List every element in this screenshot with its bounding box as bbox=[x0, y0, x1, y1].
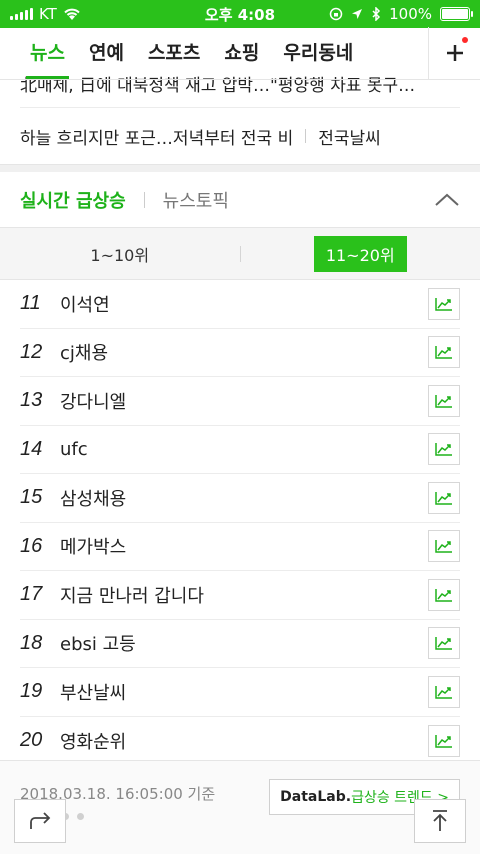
list-item[interactable]: 20 영화순위 bbox=[20, 717, 460, 766]
list-item[interactable]: 12 cj채용 bbox=[20, 329, 460, 377]
rank-number: 15 bbox=[20, 486, 43, 509]
rank-number: 16 bbox=[20, 534, 43, 557]
rank-number: 19 bbox=[20, 680, 43, 703]
chevron-up-icon[interactable] bbox=[434, 193, 460, 207]
rank-number: 14 bbox=[20, 437, 43, 460]
trend-chart-button[interactable] bbox=[428, 481, 460, 514]
arrow-up-icon bbox=[433, 810, 447, 831]
scroll-top-button[interactable] bbox=[414, 799, 466, 843]
realtime-header: 실시간 급상승 뉴스토픽 bbox=[0, 172, 480, 228]
keyword[interactable]: ufc bbox=[60, 439, 428, 460]
trend-chart-icon bbox=[435, 637, 452, 650]
rank-range-selector: 1~10위 11~20위 bbox=[0, 228, 480, 280]
plus-icon bbox=[446, 45, 463, 61]
status-time: 오후 4:08 bbox=[204, 5, 276, 24]
share-arrow-icon bbox=[30, 812, 51, 829]
rank-number: 11 bbox=[20, 292, 41, 315]
list-item[interactable]: 16 메가박스 bbox=[20, 523, 460, 571]
trend-chart-button[interactable] bbox=[428, 433, 460, 466]
trend-chart-button[interactable] bbox=[428, 724, 460, 757]
bluetooth-icon bbox=[372, 7, 381, 21]
tab-news[interactable]: 뉴스 bbox=[18, 38, 77, 79]
weather-headline[interactable]: 하늘 흐리지만 포근…저녁부터 전국 비 bbox=[20, 124, 293, 149]
wifi-icon bbox=[64, 8, 80, 20]
keyword[interactable]: cj채용 bbox=[60, 339, 428, 365]
trend-chart-button[interactable] bbox=[428, 627, 460, 660]
trending-list: 11 이석연 12 cj채용 13 강다니엘 14 ufc 15 삼성채용 16 메가박스 … bbox=[0, 280, 480, 765]
divider bbox=[305, 129, 307, 143]
trend-chart-icon bbox=[435, 588, 452, 602]
trend-chart-icon bbox=[435, 346, 452, 359]
trend-chart-icon bbox=[435, 443, 452, 456]
keyword[interactable]: 부산날씨 bbox=[60, 679, 428, 705]
tab-sports[interactable]: 스포츠 bbox=[136, 38, 212, 79]
keyword[interactable]: 지금 만나러 갑니다 bbox=[60, 582, 428, 608]
list-item[interactable]: 15 삼성채용 bbox=[20, 474, 460, 523]
news-headline-partial[interactable]: 北매체, 日에 대북정책 재고 압박…"평양행 차표 못구… bbox=[20, 76, 460, 108]
tab-shopping[interactable]: 쇼핑 bbox=[212, 38, 271, 79]
trend-chart-icon bbox=[435, 297, 452, 311]
keyword[interactable]: ebsi 고등 bbox=[60, 630, 428, 656]
trend-chart-button[interactable] bbox=[428, 384, 460, 417]
location-icon bbox=[352, 9, 363, 19]
section-gap bbox=[0, 164, 480, 172]
trend-chart-icon bbox=[435, 685, 452, 699]
add-tab-button[interactable] bbox=[428, 27, 480, 79]
keyword[interactable]: 영화순위 bbox=[60, 728, 428, 754]
trend-chart-icon bbox=[435, 734, 452, 748]
trend-chart-icon bbox=[435, 491, 452, 505]
divider bbox=[143, 191, 145, 208]
tab-news-topic[interactable]: 뉴스토픽 bbox=[163, 187, 229, 213]
list-item[interactable]: 14 ufc bbox=[20, 426, 460, 474]
trend-chart-button[interactable] bbox=[428, 675, 460, 708]
rank-number: 13 bbox=[20, 389, 43, 412]
keyword[interactable]: 삼성채용 bbox=[60, 485, 428, 511]
keyword[interactable]: 이석연 bbox=[60, 291, 428, 317]
footer-area: 2018.03.18. 16:05:00 기준 DataLab. 급상승 트렌드… bbox=[0, 760, 480, 854]
keyword[interactable]: 메가박스 bbox=[60, 533, 428, 559]
datalab-brand: DataLab. bbox=[280, 789, 352, 805]
rank-number: 20 bbox=[20, 729, 43, 752]
trend-chart-icon bbox=[435, 394, 452, 408]
rank-number: 18 bbox=[20, 631, 43, 654]
trend-chart-button[interactable] bbox=[428, 287, 460, 320]
tab-realtime-trending[interactable]: 실시간 급상승 bbox=[20, 187, 126, 213]
list-item[interactable]: 18 ebsi 고등 bbox=[20, 620, 460, 668]
battery-icon bbox=[440, 7, 473, 21]
list-item[interactable]: 19 부산날씨 bbox=[20, 668, 460, 717]
rank-number: 17 bbox=[20, 583, 43, 606]
list-item[interactable]: 13 강다니엘 bbox=[20, 377, 460, 426]
range-11-20-button[interactable]: 11~20위 bbox=[313, 235, 407, 272]
status-bar: KT 오후 4:08 100% bbox=[0, 0, 480, 28]
signal-icon bbox=[10, 8, 33, 20]
tab-neighborhood[interactable]: 우리동네 bbox=[271, 38, 365, 79]
carrier-label: KT bbox=[39, 5, 57, 23]
battery-label: 100% bbox=[389, 5, 432, 23]
rank-number: 12 bbox=[20, 340, 43, 363]
trend-chart-button[interactable] bbox=[428, 578, 460, 611]
rotation-lock-icon bbox=[329, 7, 343, 21]
list-item[interactable]: 17 지금 만나러 갑니다 bbox=[20, 571, 460, 620]
weather-link[interactable]: 전국날씨 bbox=[318, 124, 381, 149]
notification-dot bbox=[462, 37, 468, 43]
trend-chart-button[interactable] bbox=[428, 336, 460, 369]
list-item[interactable]: 11 이석연 bbox=[20, 280, 460, 329]
trend-chart-icon bbox=[435, 540, 452, 553]
keyword[interactable]: 강다니엘 bbox=[60, 388, 428, 414]
share-button[interactable] bbox=[14, 799, 66, 843]
range-1-10-button[interactable]: 1~10위 bbox=[90, 242, 149, 266]
weather-row: 하늘 흐리지만 포근…저녁부터 전국 비 전국날씨 bbox=[20, 108, 460, 164]
trend-chart-button[interactable] bbox=[428, 530, 460, 563]
tab-entertainment[interactable]: 연예 bbox=[77, 38, 136, 79]
category-tab-bar: 뉴스 연예 스포츠 쇼핑 우리동네 bbox=[0, 27, 480, 80]
